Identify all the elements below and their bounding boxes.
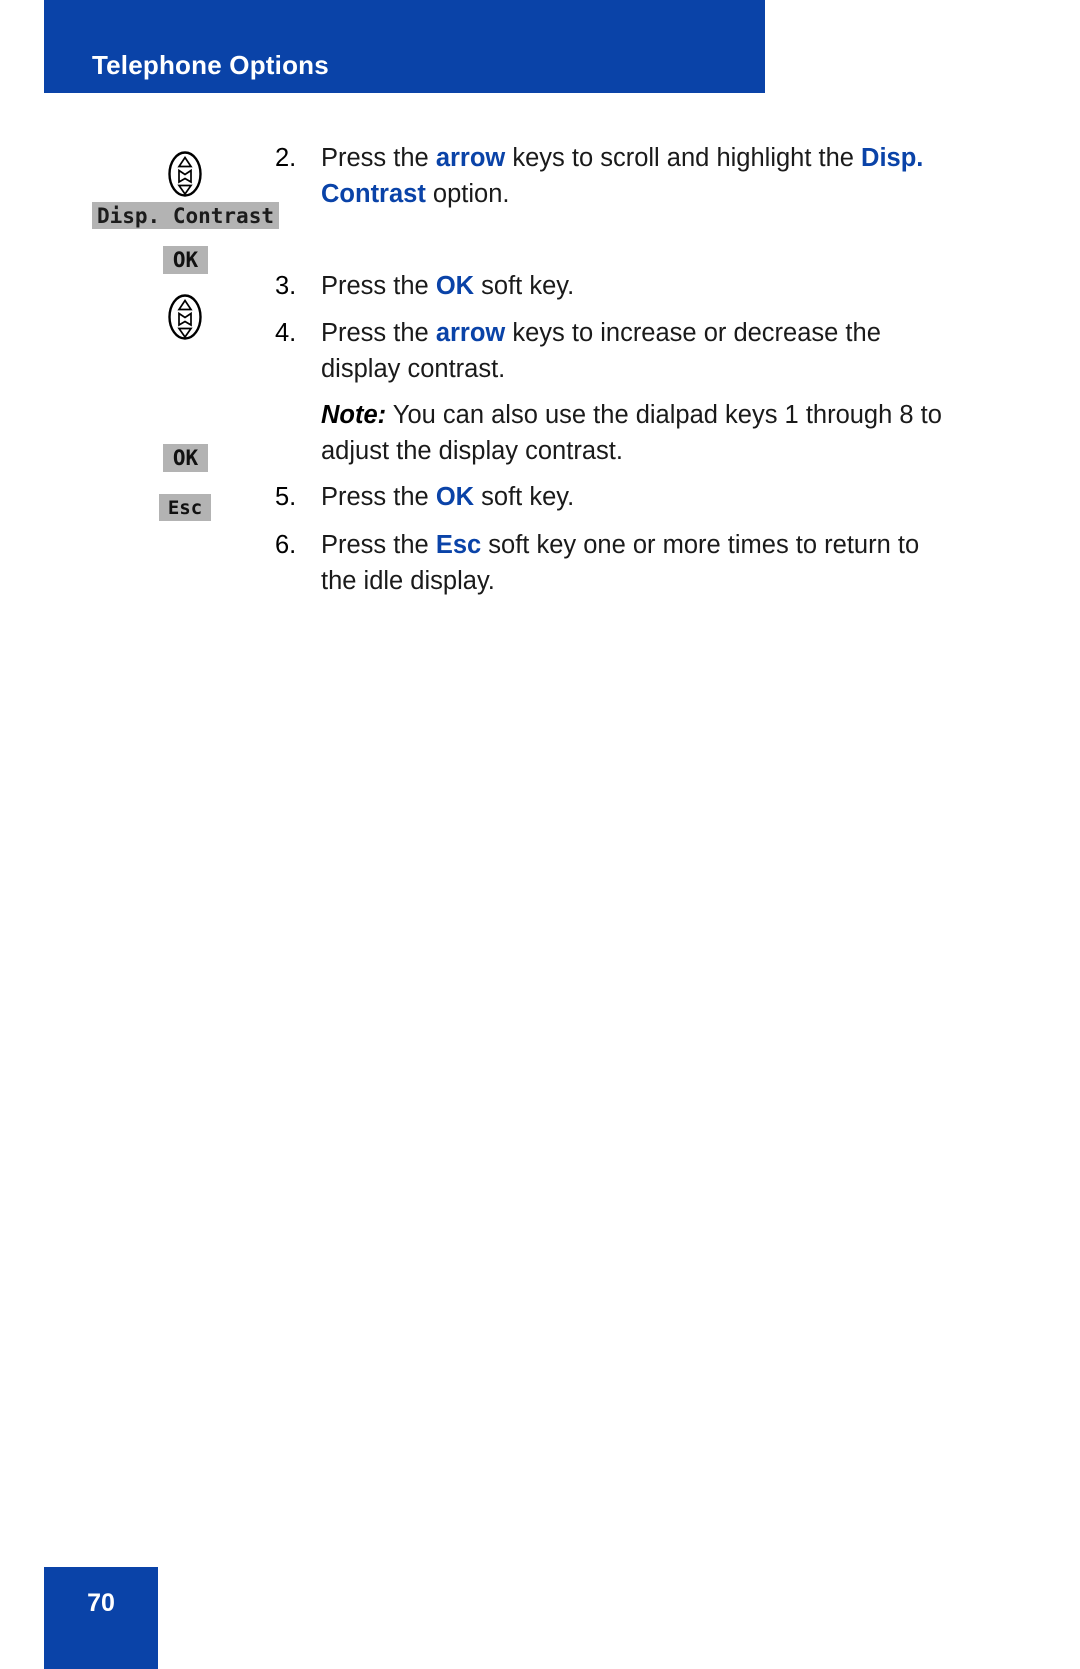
step-number: 4. [275,319,297,347]
step-icon-column [0,527,275,528]
lcd-display-label-disp-contrast: Disp. Contrast [92,202,279,229]
note-label: Note: [321,401,387,429]
ok-keyword: OK [435,483,475,511]
page-header-bar: Telephone Options [44,0,765,93]
ok-soft-key-label: OK [172,446,199,470]
step-number: 3. [275,272,297,300]
note-text: Note: You can also use the dialpad keys … [321,397,1080,469]
step-text-part: soft key. [474,272,575,300]
procedure-steps-container: 2. Press the arrow keys to scroll and hi… [0,104,1080,599]
navigation-arrow-key-icon [168,151,202,197]
step-icon-column [0,315,275,316]
step-text-part: option. [425,180,510,208]
esc-keyword: Esc [435,531,482,559]
step-text-part: Press the [321,144,436,172]
step-text: Press the arrow keys to scroll and highl… [321,140,1080,212]
lcd-label-text: Disp. Contrast [96,203,274,228]
step-text: Press the OK soft key. [321,479,1080,515]
step-text-part: Press the [321,272,436,300]
step-text: Press the Esc soft key one or more times… [321,527,1080,599]
step-text-part: Press the [321,319,436,347]
ok-soft-key-label: OK [172,248,199,272]
esc-soft-key-icon: Esc [159,494,211,521]
step-icon-column [0,479,275,480]
step-row: 6. Press the Esc soft key one or more ti… [0,527,1080,599]
step-number: 5. [275,483,297,511]
navigation-arrow-key-icon [168,294,202,340]
step-text-part: Press the [321,531,436,559]
step-text-part: soft key. [474,483,575,511]
esc-soft-key-label: Esc [167,496,203,519]
step-row: 3. Press the OK soft key. [0,268,1080,304]
ok-soft-key-icon: OK [163,444,208,472]
step-text: Press the OK soft key. [321,268,1080,304]
step-icon-column [0,268,275,269]
arrow-keyword: arrow [435,144,506,172]
ok-soft-key-icon: OK [163,246,208,274]
step-text: Press the arrow keys to increase or decr… [321,315,1080,387]
page-number: 70 [87,1589,115,1617]
note-body: You can also use the dialpad keys 1 thro… [321,401,942,465]
step-icon-column [0,140,275,141]
step-icon-column [0,397,275,398]
ok-keyword: OK [435,272,475,300]
note-row: Note: You can also use the dialpad keys … [0,397,1080,469]
page-title: Telephone Options [92,50,329,80]
step-text-part: Press the [321,483,436,511]
step-row: 4. Press the arrow keys to increase or d… [0,315,1080,387]
step-number: 2. [275,144,297,172]
step-number: 6. [275,531,297,559]
step-text-part: keys to scroll and highlight the [505,144,862,172]
arrow-keyword: arrow [435,319,506,347]
page-footer-bar: 70 [44,1567,158,1669]
